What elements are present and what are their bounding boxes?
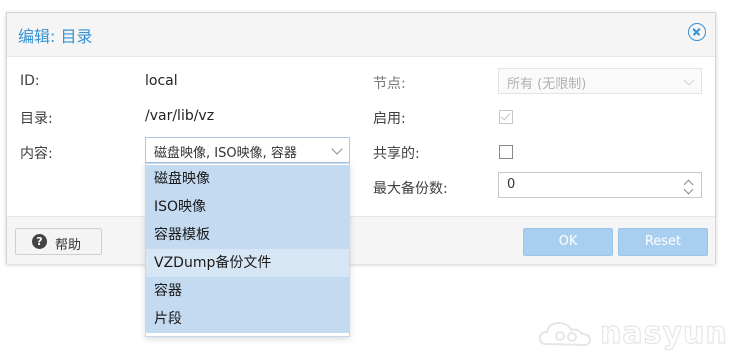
help-button[interactable]: ? 帮助 — [15, 228, 102, 255]
content-select[interactable]: 磁盘映像, ISO映像, 容器 — [145, 137, 350, 163]
dropdown-option[interactable]: VZDump备份文件 — [146, 249, 349, 277]
directory-label: 目录: — [20, 111, 53, 127]
chevron-down-icon[interactable] — [683, 184, 694, 195]
directory-value: /var/lib/vz — [145, 108, 215, 124]
cloud-logo-icon — [538, 321, 592, 347]
max-backups-spinner[interactable]: 0 — [498, 172, 702, 198]
dialog-titlebar: 编辑: 目录 — [7, 13, 715, 57]
content-dropdown-list: 磁盘映像 ISO映像 容器模板 VZDump备份文件 容器 片段 — [145, 163, 350, 337]
dropdown-option[interactable]: 片段 — [146, 305, 349, 333]
max-backups-label: 最大备份数: — [373, 181, 448, 197]
node-label: 节点: — [373, 76, 406, 92]
dialog-title: 编辑: 目录 — [18, 27, 93, 46]
chevron-down-icon[interactable] — [683, 74, 695, 86]
enable-label: 启用: — [373, 111, 406, 127]
watermark: nasyun — [538, 314, 743, 354]
dialog-footer: ? 帮助 OK Reset — [7, 216, 715, 264]
close-icon[interactable] — [688, 23, 706, 41]
reset-button[interactable]: Reset — [618, 228, 708, 256]
watermark-text: nasyun — [599, 315, 728, 351]
id-label: ID: — [20, 73, 40, 89]
chevron-down-icon[interactable] — [331, 143, 343, 155]
help-button-label: 帮助 — [55, 238, 82, 253]
node-select[interactable]: 所有 (无限制) — [498, 68, 702, 94]
dropdown-option[interactable]: 容器模板 — [146, 221, 349, 249]
question-circle-icon: ? — [32, 234, 47, 249]
dropdown-option[interactable]: 磁盘映像 — [146, 165, 349, 193]
dropdown-option[interactable]: ISO映像 — [146, 193, 349, 221]
node-select-value: 所有 (无限制) — [507, 77, 587, 92]
dropdown-option[interactable]: 容器 — [146, 277, 349, 305]
max-backups-value: 0 — [507, 177, 516, 192]
content-label: 内容: — [20, 146, 53, 162]
content-select-value: 磁盘映像, ISO映像, 容器 — [154, 146, 297, 161]
shared-checkbox[interactable] — [499, 145, 513, 159]
shared-label: 共享的: — [373, 146, 420, 162]
ok-button[interactable]: OK — [523, 228, 613, 256]
id-value: local — [145, 73, 178, 89]
edit-directory-dialog: 编辑: 目录 ID: local 目录: /var/lib/vz 内容: 磁盘映… — [6, 12, 716, 264]
enable-checkbox[interactable] — [499, 110, 513, 124]
checkmark-icon — [500, 110, 511, 121]
